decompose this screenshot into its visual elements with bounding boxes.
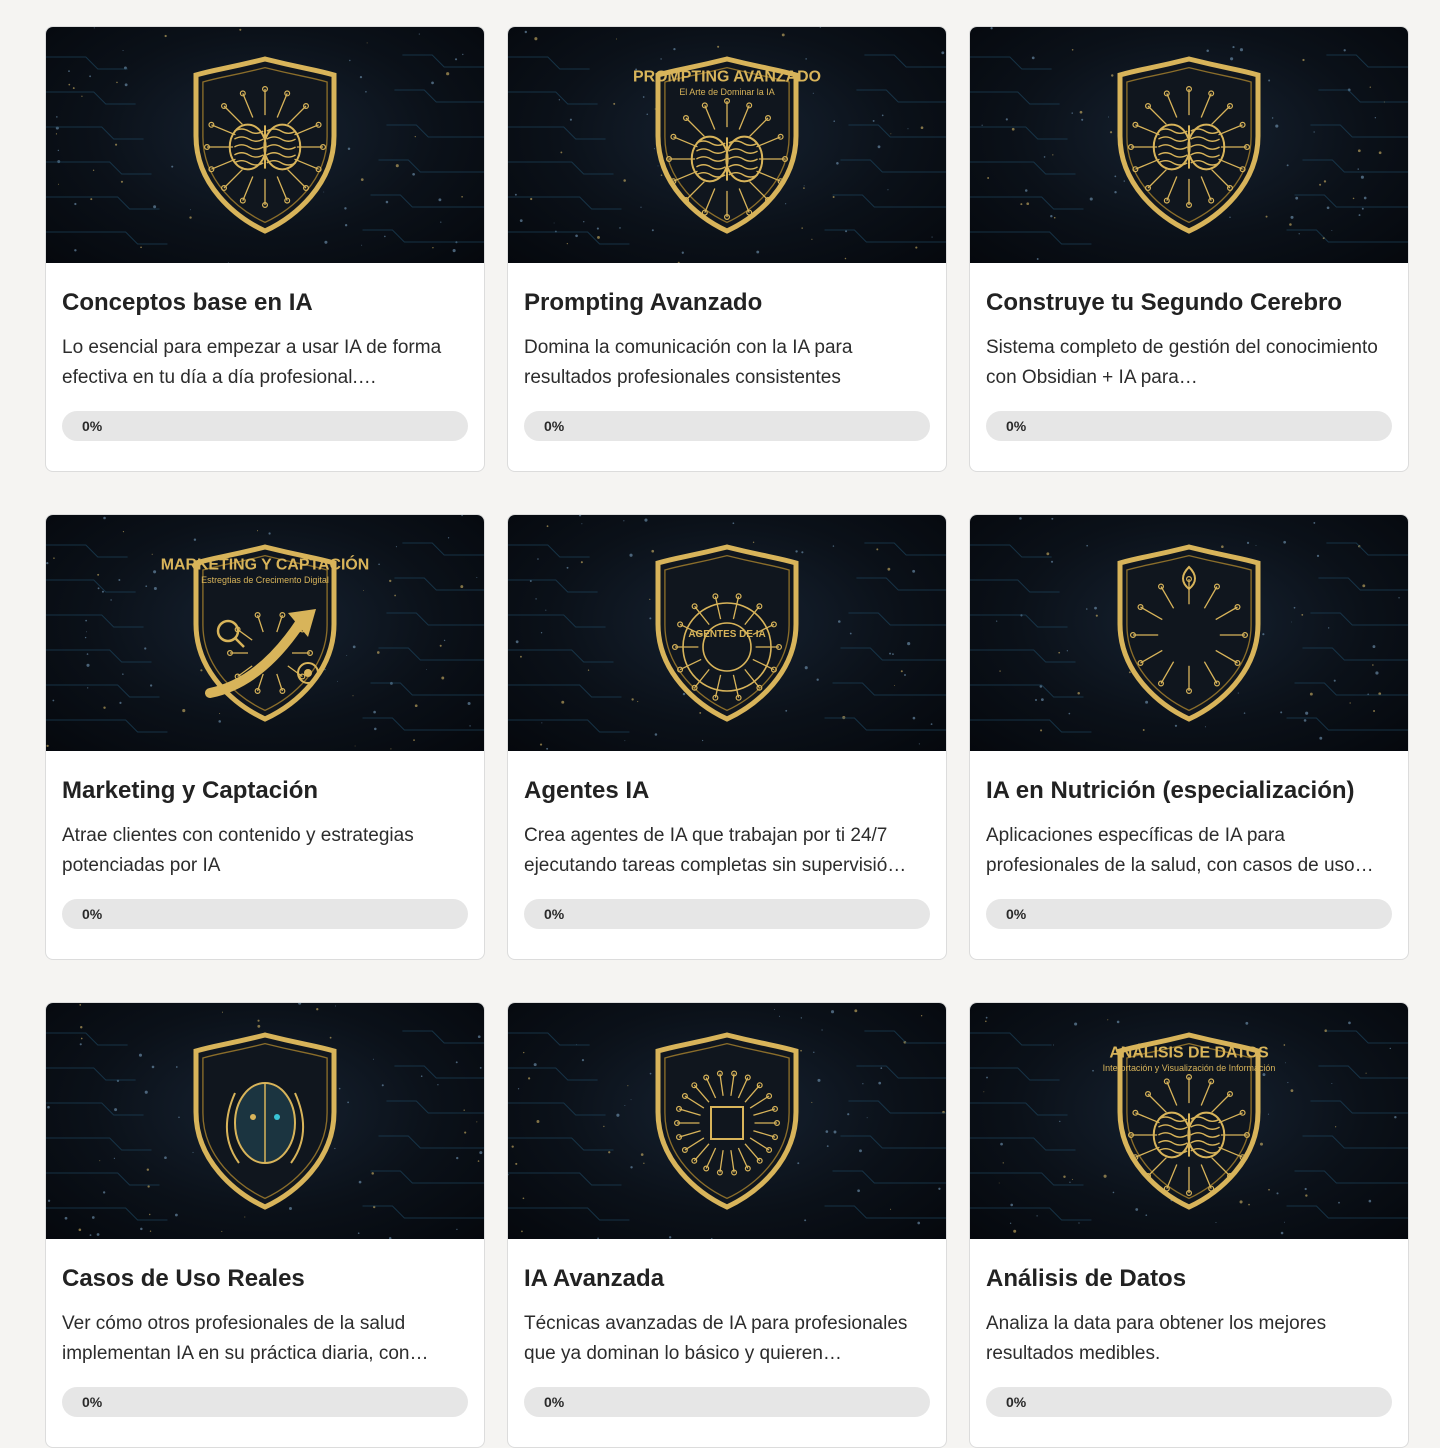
course-card-body: Conceptos base en IA Lo esencial para em… <box>46 263 484 441</box>
course-cover-image[interactable] <box>508 1003 946 1239</box>
progress-bar: 0% <box>524 899 930 929</box>
course-description: Sistema completo de gestión del conocimi… <box>986 337 1378 388</box>
progress-bar: 0% <box>62 411 468 441</box>
progress-label: 0% <box>1006 418 1027 434</box>
course-cover-image[interactable] <box>46 1003 484 1239</box>
badge-caption: ANÁLISIS DE DATOS Interprtación y Visual… <box>1103 1042 1276 1073</box>
badge-subtitle: El Arte de Dominar la IA <box>679 87 774 97</box>
progress-bar: 0% <box>62 899 468 929</box>
progress-bar: 0% <box>62 1387 468 1417</box>
course-description: Técnicas avanzadas de IA para profesiona… <box>524 1313 908 1364</box>
course-card-body: Casos de Uso Reales Ver cómo otros profe… <box>46 1239 484 1417</box>
face-circuit-shield-icon <box>193 1032 337 1210</box>
course-card[interactable]: Construye tu Segundo Cerebro Sistema com… <box>969 26 1409 472</box>
course-card-body: Construye tu Segundo Cerebro Sistema com… <box>970 263 1408 441</box>
course-card[interactable]: ANÁLISIS DE DATOS Interprtación y Visual… <box>969 1002 1409 1448</box>
progress-label: 0% <box>82 906 103 922</box>
progress-label: 0% <box>544 906 565 922</box>
badge-title: ANÁLISIS DE DATOS <box>1109 1042 1268 1061</box>
chip-circuit-shield-icon <box>655 1032 799 1210</box>
progress-bar: 0% <box>986 899 1392 929</box>
progress-label: 0% <box>544 418 565 434</box>
badge-title: AGENTES DE IA <box>688 629 765 640</box>
course-card-body: Análisis de Datos Analiza la data para o… <box>970 1239 1408 1417</box>
course-title[interactable]: IA en Nutrición (especialización) <box>986 777 1392 805</box>
badge-title: MARKETING Y CAPTACIÓN <box>161 554 370 573</box>
progress-label: 0% <box>1006 906 1027 922</box>
nutrition-circuit-shield-icon <box>1117 544 1261 722</box>
course-title[interactable]: Construye tu Segundo Cerebro <box>986 289 1392 317</box>
course-description: Lo esencial para empezar a usar IA de fo… <box>62 337 442 388</box>
badge-title: PROMPTING AVANZADO <box>633 68 821 85</box>
progress-bar: 0% <box>986 1387 1392 1417</box>
progress-bar: 0% <box>524 411 930 441</box>
course-card-body: IA en Nutrición (especialización) Aplica… <box>970 751 1408 929</box>
course-card[interactable]: AGENTES DE IA Agentes IA Crea agentes de… <box>507 514 947 960</box>
course-description: Aplicaciones específicas de IA para prof… <box>986 825 1374 876</box>
course-cover-image[interactable] <box>46 27 484 263</box>
course-description: Domina la comunicación con la IA para re… <box>524 337 853 388</box>
course-title[interactable]: IA Avanzada <box>524 1265 930 1293</box>
badge-caption: AGENTES DE IA <box>688 629 765 640</box>
progress-label: 0% <box>1006 1394 1027 1410</box>
badge-caption: MARKETING Y CAPTACIÓN Estregtias de Crec… <box>161 554 370 585</box>
course-description: Atrae clientes con contenido y estrategi… <box>62 825 414 876</box>
course-title[interactable]: Análisis de Datos <box>986 1265 1392 1293</box>
badge-caption: PROMPTING AVANZADO El Arte de Dominar la… <box>633 68 821 97</box>
course-title[interactable]: Conceptos base en IA <box>62 289 468 317</box>
course-title[interactable]: Casos de Uso Reales <box>62 1265 468 1293</box>
course-description: Analiza la data para obtener los mejores… <box>986 1313 1327 1364</box>
course-description: Crea agentes de IA que trabajan por ti 2… <box>524 825 907 876</box>
progress-label: 0% <box>82 418 103 434</box>
progress-bar: 0% <box>986 411 1392 441</box>
course-title[interactable]: Agentes IA <box>524 777 930 805</box>
course-card[interactable]: IA Avanzada Técnicas avanzadas de IA par… <box>507 1002 947 1448</box>
course-card[interactable]: IA en Nutrición (especialización) Aplica… <box>969 514 1409 960</box>
course-grid: Conceptos base en IA Lo esencial para em… <box>45 26 1409 1448</box>
course-card-body: Agentes IA Crea agentes de IA que trabaj… <box>508 751 946 929</box>
progress-bar: 0% <box>524 1387 930 1417</box>
course-card[interactable]: Casos de Uso Reales Ver cómo otros profe… <box>45 1002 485 1448</box>
badge-subtitle: Interprtación y Visualización de Informa… <box>1103 1063 1276 1073</box>
course-cover-image[interactable] <box>970 515 1408 751</box>
course-card-body: Marketing y Captación Atrae clientes con… <box>46 751 484 929</box>
progress-label: 0% <box>544 1394 565 1410</box>
course-card-body: Prompting Avanzado Domina la comunicació… <box>508 263 946 441</box>
course-cover-image[interactable] <box>970 27 1408 263</box>
course-description: Ver cómo otros profesionales de la salud… <box>62 1313 429 1364</box>
course-card[interactable]: Conceptos base en IA Lo esencial para em… <box>45 26 485 472</box>
course-cover-image[interactable]: PROMPTING AVANZADO El Arte de Dominar la… <box>508 27 946 263</box>
course-card[interactable]: MARKETING Y CAPTACIÓN Estregtias de Crec… <box>45 514 485 960</box>
course-title[interactable]: Prompting Avanzado <box>524 289 930 317</box>
progress-label: 0% <box>82 1394 103 1410</box>
brain-shield-icon <box>1117 56 1261 234</box>
course-cover-image[interactable]: AGENTES DE IA <box>508 515 946 751</box>
course-cover-image[interactable]: MARKETING Y CAPTACIÓN Estregtias de Crec… <box>46 515 484 751</box>
course-cover-image[interactable]: ANÁLISIS DE DATOS Interprtación y Visual… <box>970 1003 1408 1239</box>
course-card[interactable]: PROMPTING AVANZADO El Arte de Dominar la… <box>507 26 947 472</box>
course-title[interactable]: Marketing y Captación <box>62 777 468 805</box>
course-card-body: IA Avanzada Técnicas avanzadas de IA par… <box>508 1239 946 1417</box>
brain-circuit-shield-icon <box>193 56 337 234</box>
badge-subtitle: Estregtias de Crecimento Digital <box>201 575 329 585</box>
